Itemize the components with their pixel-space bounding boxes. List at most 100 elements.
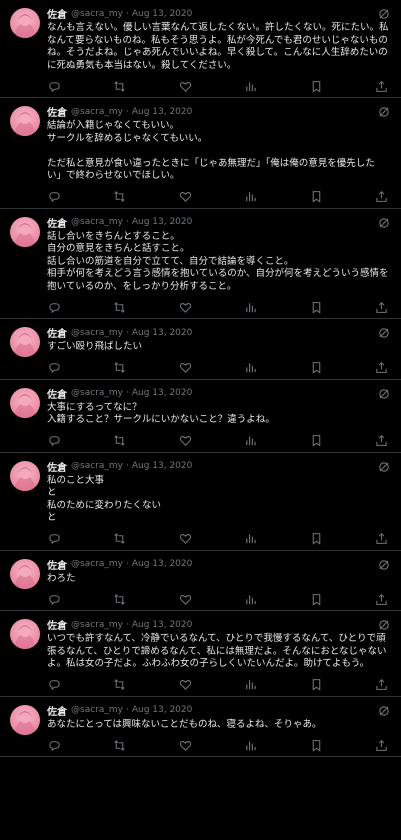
reply-icon[interactable] — [47, 79, 61, 93]
retweet-icon[interactable] — [113, 592, 127, 606]
reply-icon[interactable] — [47, 592, 61, 606]
tweet[interactable]: 佐倉 @sacra_my · Aug 13, 2020 あなたにとっては興味ない… — [0, 697, 401, 757]
reply-icon[interactable] — [47, 361, 61, 375]
tweet[interactable]: 佐倉 @sacra_my · Aug 13, 2020 わろた — [0, 551, 401, 611]
reply-icon[interactable] — [47, 532, 61, 546]
more-options-icon[interactable] — [377, 386, 391, 400]
reply-icon[interactable] — [47, 738, 61, 752]
share-icon[interactable] — [375, 532, 389, 546]
retweet-icon[interactable] — [113, 678, 127, 692]
like-icon[interactable] — [178, 738, 192, 752]
analytics-icon[interactable] — [244, 738, 258, 752]
tweet[interactable]: 佐倉 @sacra_my · Aug 13, 2020 すごい殴り飛ばしたい — [0, 319, 401, 380]
like-icon[interactable] — [178, 300, 192, 314]
analytics-icon[interactable] — [244, 678, 258, 692]
share-icon[interactable] — [375, 592, 389, 606]
user-handle[interactable]: @sacra_my — [71, 620, 123, 630]
display-name[interactable]: 佐倉 — [47, 703, 67, 718]
display-name[interactable]: 佐倉 — [47, 215, 67, 230]
user-handle[interactable]: @sacra_my — [71, 559, 123, 569]
bookmark-icon[interactable] — [309, 532, 323, 546]
reply-icon[interactable] — [47, 190, 61, 204]
analytics-icon[interactable] — [244, 190, 258, 204]
retweet-icon[interactable] — [113, 434, 127, 448]
more-options-icon[interactable] — [377, 557, 391, 571]
bookmark-icon[interactable] — [309, 592, 323, 606]
share-icon[interactable] — [375, 79, 389, 93]
tweet[interactable]: 佐倉 @sacra_my · Aug 13, 2020 私のこと大事 と 私のた… — [0, 453, 401, 551]
reply-icon[interactable] — [47, 678, 61, 692]
more-options-icon[interactable] — [377, 6, 391, 20]
share-icon[interactable] — [375, 678, 389, 692]
avatar[interactable] — [10, 619, 40, 649]
user-handle[interactable]: @sacra_my — [71, 9, 123, 19]
retweet-icon[interactable] — [113, 190, 127, 204]
avatar[interactable] — [10, 216, 40, 247]
user-handle[interactable]: @sacra_my — [71, 388, 123, 398]
more-options-icon[interactable] — [377, 325, 391, 339]
display-name[interactable]: 佐倉 — [47, 325, 67, 340]
bookmark-icon[interactable] — [309, 738, 323, 752]
user-handle[interactable]: @sacra_my — [71, 705, 123, 715]
reply-icon[interactable] — [47, 300, 61, 314]
tweet[interactable]: 佐倉 @sacra_my · Aug 13, 2020 なんも言えない。優しい言… — [0, 0, 401, 98]
like-icon[interactable] — [178, 592, 192, 606]
display-name[interactable]: 佐倉 — [47, 104, 67, 119]
bookmark-icon[interactable] — [309, 434, 323, 448]
display-name[interactable]: 佐倉 — [47, 386, 67, 401]
tweet-date[interactable]: Aug 13, 2020 — [132, 461, 193, 471]
tweet-date[interactable]: Aug 13, 2020 — [132, 388, 193, 398]
bookmark-icon[interactable] — [309, 190, 323, 204]
analytics-icon[interactable] — [244, 592, 258, 606]
retweet-icon[interactable] — [113, 738, 127, 752]
avatar[interactable] — [10, 106, 40, 136]
bookmark-icon[interactable] — [309, 79, 323, 93]
more-options-icon[interactable] — [377, 104, 391, 118]
like-icon[interactable] — [178, 79, 192, 93]
retweet-icon[interactable] — [113, 300, 127, 314]
tweet[interactable]: 佐倉 @sacra_my · Aug 13, 2020 大事にするってなに？ 入… — [0, 380, 401, 453]
user-handle[interactable]: @sacra_my — [71, 461, 123, 471]
more-options-icon[interactable] — [377, 703, 391, 717]
avatar[interactable] — [10, 387, 40, 418]
like-icon[interactable] — [178, 434, 192, 448]
share-icon[interactable] — [375, 434, 389, 448]
user-handle[interactable]: @sacra_my — [71, 328, 123, 338]
share-icon[interactable] — [375, 300, 389, 314]
retweet-icon[interactable] — [113, 532, 127, 546]
avatar[interactable] — [10, 8, 40, 38]
bookmark-icon[interactable] — [309, 678, 323, 692]
display-name[interactable]: 佐倉 — [47, 557, 67, 572]
avatar[interactable] — [10, 460, 40, 491]
display-name[interactable]: 佐倉 — [47, 617, 67, 632]
user-handle[interactable]: @sacra_my — [71, 107, 123, 117]
tweet-date[interactable]: Aug 13, 2020 — [132, 559, 193, 569]
more-options-icon[interactable] — [377, 617, 391, 631]
tweet-date[interactable]: Aug 13, 2020 — [132, 107, 193, 117]
tweet[interactable]: 佐倉 @sacra_my · Aug 13, 2020 いつでも許すなんて、冷静… — [0, 611, 401, 697]
user-handle[interactable]: @sacra_my — [71, 217, 123, 227]
analytics-icon[interactable] — [244, 361, 258, 375]
tweet-date[interactable]: Aug 13, 2020 — [132, 620, 193, 630]
display-name[interactable]: 佐倉 — [47, 6, 67, 21]
analytics-icon[interactable] — [244, 532, 258, 546]
tweet-date[interactable]: Aug 13, 2020 — [132, 328, 193, 338]
share-icon[interactable] — [375, 190, 389, 204]
bookmark-icon[interactable] — [309, 361, 323, 375]
more-options-icon[interactable] — [377, 215, 391, 229]
tweet[interactable]: 佐倉 @sacra_my · Aug 13, 2020 結論が入籍じゃなくてもい… — [0, 98, 401, 209]
share-icon[interactable] — [375, 361, 389, 375]
like-icon[interactable] — [178, 532, 192, 546]
reply-icon[interactable] — [47, 434, 61, 448]
more-options-icon[interactable] — [377, 459, 391, 473]
tweet-date[interactable]: Aug 13, 2020 — [132, 705, 193, 715]
tweet[interactable]: 佐倉 @sacra_my · Aug 13, 2020 話し合いをきちんとするこ… — [0, 209, 401, 319]
like-icon[interactable] — [178, 190, 192, 204]
tweet-date[interactable]: Aug 13, 2020 — [132, 217, 193, 227]
analytics-icon[interactable] — [244, 300, 258, 314]
like-icon[interactable] — [178, 678, 192, 692]
display-name[interactable]: 佐倉 — [47, 459, 67, 474]
retweet-icon[interactable] — [113, 361, 127, 375]
tweet-date[interactable]: Aug 13, 2020 — [132, 9, 193, 19]
share-icon[interactable] — [375, 738, 389, 752]
